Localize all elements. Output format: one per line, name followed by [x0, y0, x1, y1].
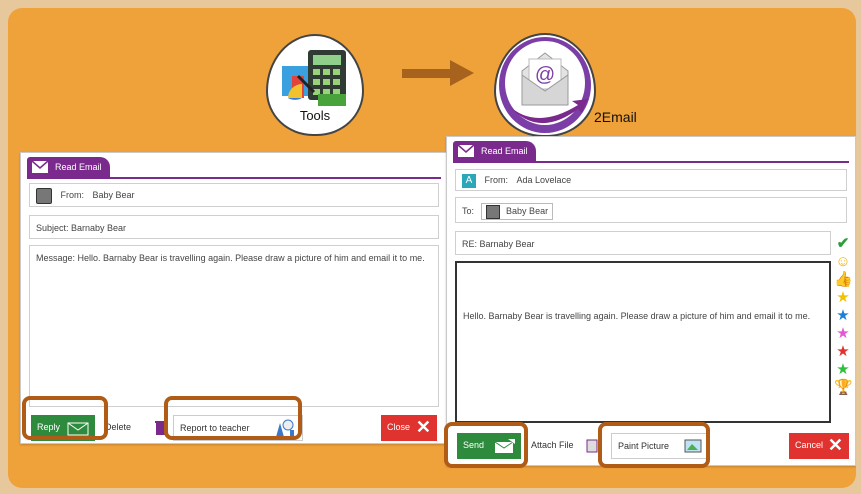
- compose-subject-input[interactable]: RE: Barnaby Bear: [455, 231, 831, 255]
- close-label: Close: [387, 422, 411, 432]
- blue-star-sticker-icon[interactable]: ★: [834, 307, 852, 325]
- arrow-right-icon: [402, 60, 474, 86]
- send-highlight: [444, 422, 528, 468]
- cancel-button[interactable]: Cancel ✕: [789, 433, 849, 459]
- to-recipient-chip[interactable]: Baby Bear: [480, 203, 554, 220]
- tools-label: Tools: [299, 108, 331, 123]
- attach-file-button[interactable]: Attach File: [525, 433, 605, 459]
- compose-body-text: Hello. Barnaby Bear is travelling again.…: [463, 311, 811, 321]
- compose-tab-underline: [453, 161, 849, 163]
- from-avatar-badge: A: [462, 173, 476, 188]
- tools-app-icon[interactable]: Tools: [266, 34, 364, 136]
- subject-field: Subject: Barnaby Bear: [29, 215, 439, 239]
- tutorial-stage: Tools @ 2Email Read Email From: Baby Bea…: [8, 8, 856, 488]
- compose-subject-text: RE: Barnaby Bear: [462, 239, 535, 249]
- to-label: To:: [462, 206, 475, 216]
- report-highlight: [164, 396, 302, 440]
- from-name: Baby Bear: [92, 190, 135, 201]
- check-sticker-icon[interactable]: ✔: [834, 235, 852, 253]
- sticker-column: ✔ ☺ 👍 ★ ★ ★ ★ ★ 🏆: [834, 235, 853, 397]
- smiley-sticker-icon[interactable]: ☺: [834, 253, 852, 271]
- attach-label: Attach File: [531, 440, 574, 450]
- read-email-tab[interactable]: Read Email: [27, 157, 110, 177]
- pink-star-sticker-icon[interactable]: ★: [834, 325, 852, 343]
- read-email-tab-label: Read Email: [55, 162, 102, 172]
- from-label: From:: [60, 190, 85, 201]
- message-field: Message: Hello. Barnaby Bear is travelli…: [29, 245, 439, 407]
- compose-email-panel: Read Email A From: Ada Lovelace To: Baby…: [446, 136, 856, 466]
- tab-underline: [27, 177, 441, 179]
- green-star-sticker-icon[interactable]: ★: [834, 361, 852, 379]
- email-envelope-icon: @: [499, 37, 591, 133]
- close-x-icon: ✕: [415, 417, 431, 437]
- compose-from-name: Ada Lovelace: [516, 175, 572, 185]
- bear-avatar-icon: [36, 188, 52, 204]
- subject-text: Subject: Barnaby Bear: [36, 223, 127, 233]
- envelope-icon: [31, 160, 49, 173]
- 2email-label: 2Email: [594, 109, 637, 125]
- red-star-sticker-icon[interactable]: ★: [834, 343, 852, 361]
- trophy-sticker-icon[interactable]: 🏆: [834, 379, 853, 397]
- reply-highlight: [22, 396, 108, 440]
- compose-from-label: From:: [484, 175, 509, 185]
- delete-button[interactable]: Delete: [99, 415, 171, 441]
- svg-text:@: @: [535, 64, 555, 86]
- from-field: From: Baby Bear: [29, 183, 439, 207]
- bear-avatar-icon: [485, 204, 500, 219]
- compose-body-textarea[interactable]: Hello. Barnaby Bear is travelling again.…: [455, 261, 831, 423]
- delete-label: Delete: [105, 422, 132, 432]
- close-button[interactable]: Close ✕: [381, 415, 437, 441]
- compose-tab-label: Read Email: [481, 146, 528, 156]
- envelope-icon: [457, 144, 475, 157]
- gold-star-sticker-icon[interactable]: ★: [834, 289, 852, 307]
- cancel-x-icon: ✕: [827, 435, 843, 455]
- message-text: Message: Hello. Barnaby Bear is travelli…: [36, 253, 425, 263]
- compose-from-field: A From: Ada Lovelace: [455, 169, 847, 191]
- thumbs-up-sticker-icon[interactable]: 👍: [834, 271, 853, 289]
- 2email-app-icon[interactable]: @: [494, 33, 596, 137]
- to-recipient-name: Baby Bear: [506, 206, 549, 216]
- compose-read-email-tab[interactable]: Read Email: [453, 141, 536, 161]
- to-field[interactable]: To: Baby Bear: [455, 197, 847, 223]
- paint-highlight: [598, 422, 710, 468]
- cancel-label: Cancel: [795, 440, 824, 450]
